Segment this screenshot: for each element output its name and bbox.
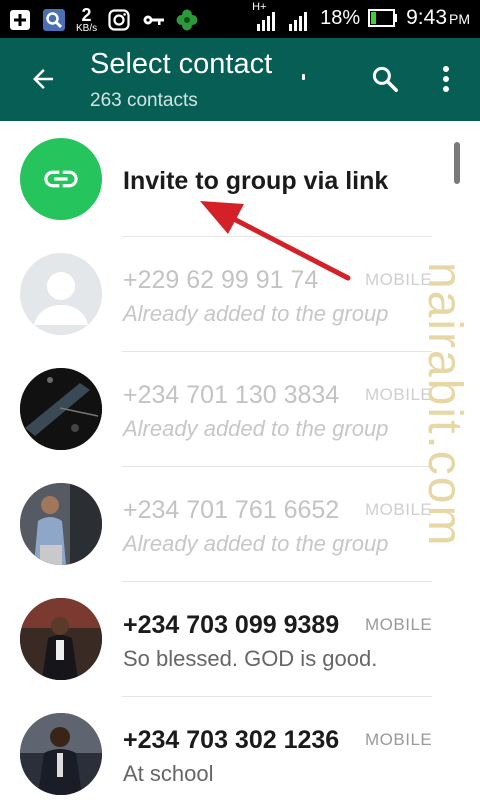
contact-count: 263 contacts bbox=[90, 90, 198, 111]
search-button[interactable] bbox=[364, 58, 406, 100]
avatar bbox=[20, 598, 102, 680]
status-bar: 2 KB/s H+ 18% 9:43 PM bbox=[0, 0, 480, 38]
invite-via-link-row[interactable]: Invite to group via link bbox=[0, 121, 480, 236]
search-icon bbox=[372, 66, 398, 92]
title-tick-mark bbox=[302, 74, 305, 80]
contact-list: Invite to group via link +229 62 99 91 7… bbox=[0, 121, 480, 800]
contact-status: Already added to the group bbox=[123, 301, 389, 326]
signal-icon bbox=[257, 12, 276, 31]
contact-name: +234 701 761 6652 bbox=[123, 496, 340, 524]
network-speed-value: 2 bbox=[81, 5, 92, 25]
clock-ampm: PM bbox=[449, 11, 470, 27]
watermark: nairabit.com bbox=[418, 262, 474, 592]
avatar bbox=[20, 368, 102, 450]
avatar bbox=[20, 483, 102, 565]
more-options-button[interactable] bbox=[428, 58, 464, 100]
contact-name: +234 701 130 3834 bbox=[123, 381, 340, 409]
plus-square-icon bbox=[10, 10, 30, 30]
clock-time: 9:43 bbox=[406, 6, 447, 29]
contact-row[interactable]: +234 703 302 1236 MOBILE At school bbox=[0, 696, 480, 800]
more-vert-icon bbox=[443, 66, 449, 92]
contact-name: +234 703 302 1236 bbox=[123, 726, 340, 754]
invite-link-avatar bbox=[20, 138, 102, 220]
search-square-icon bbox=[43, 9, 65, 31]
row-divider bbox=[122, 236, 432, 237]
battery-percent: 18% bbox=[320, 6, 361, 29]
invite-label: Invite to group via link bbox=[123, 167, 389, 195]
contact-name: +234 703 099 9389 bbox=[123, 611, 340, 639]
link-icon bbox=[44, 170, 78, 188]
contact-row[interactable]: +234 701 761 6652 MOBILE Already added t… bbox=[0, 466, 480, 581]
contact-row[interactable]: +234 701 130 3834 MOBILE Already added t… bbox=[0, 351, 480, 466]
clover-icon bbox=[176, 9, 198, 31]
clock: 9:43 PM bbox=[406, 6, 470, 30]
phone-type: MOBILE bbox=[365, 615, 433, 634]
back-button[interactable] bbox=[20, 56, 66, 102]
contact-row[interactable]: +234 703 099 9389 MOBILE So blessed. GOD… bbox=[0, 581, 480, 696]
row-divider bbox=[122, 351, 432, 352]
network-speed-unit: KB/s bbox=[76, 23, 98, 34]
page-title: Select contact bbox=[90, 48, 273, 80]
contact-status: Already added to the group bbox=[123, 531, 389, 556]
instagram-icon bbox=[108, 9, 130, 31]
back-arrow-icon bbox=[33, 69, 53, 89]
contact-status: Already added to the group bbox=[123, 416, 389, 441]
network-speed: 2 KB/s bbox=[76, 6, 97, 34]
key-icon bbox=[143, 15, 165, 25]
app-bar: Select contact 263 contacts bbox=[0, 38, 480, 121]
contact-status: So blessed. GOD is good. bbox=[123, 646, 378, 671]
battery-icon bbox=[368, 9, 398, 27]
avatar bbox=[20, 713, 102, 795]
signal-icon bbox=[289, 12, 308, 31]
contact-name: +229 62 99 91 74 bbox=[123, 266, 319, 294]
watermark-text: nairabit.com bbox=[418, 262, 471, 548]
row-divider bbox=[122, 581, 432, 582]
default-avatar-icon bbox=[20, 253, 102, 335]
phone-type: MOBILE bbox=[365, 730, 433, 749]
contact-status: At school bbox=[123, 761, 214, 786]
scrollbar[interactable] bbox=[454, 142, 460, 184]
row-divider bbox=[122, 466, 432, 467]
row-divider bbox=[122, 696, 432, 697]
contact-row[interactable]: +229 62 99 91 74 MOBILE Already added to… bbox=[0, 236, 480, 351]
